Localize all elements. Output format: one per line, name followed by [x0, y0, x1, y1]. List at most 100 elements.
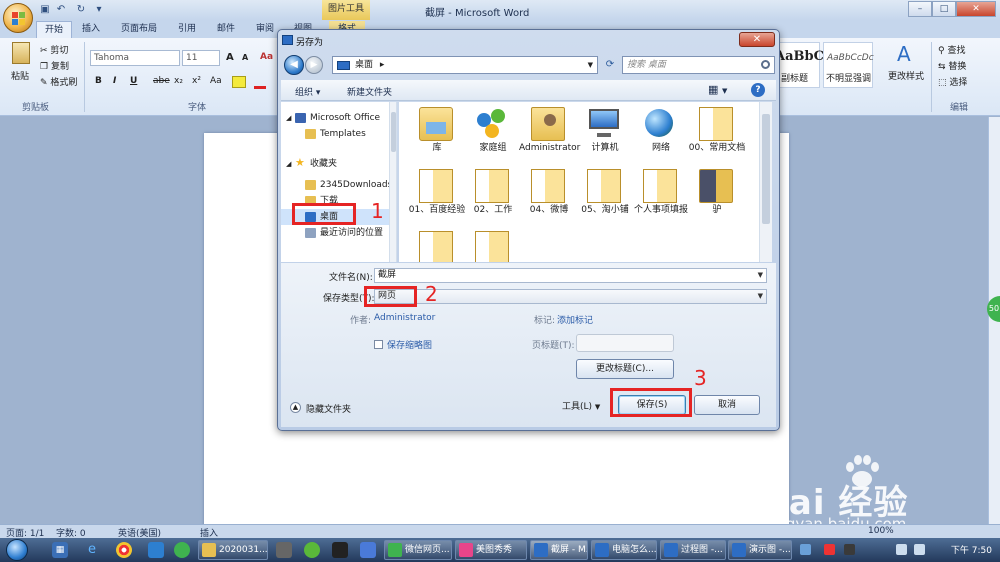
font-size-box[interactable]: 11 [182, 50, 220, 66]
view-options-icon[interactable]: ▦ [708, 83, 718, 96]
expand-arrow-icon[interactable]: ◢ [286, 156, 291, 172]
close-button[interactable]: ✕ [956, 1, 996, 17]
subscript-button[interactable]: x₂ [174, 76, 183, 86]
redo-icon[interactable]: ↻ [74, 3, 88, 17]
grow-font-button[interactable]: A [226, 52, 234, 63]
app-icon[interactable] [304, 542, 320, 558]
tray-network-icon[interactable] [896, 544, 907, 555]
file-item-folder[interactable] [463, 226, 523, 262]
format-painter-button[interactable]: ✎ 格式刷 [40, 75, 77, 88]
file-item-computer[interactable]: 计算机 [575, 102, 635, 166]
underline-button[interactable]: U [130, 76, 137, 86]
hide-folders-button[interactable]: 隐藏文件夹 [306, 402, 351, 415]
task-word-4[interactable]: 演示图 -... [728, 540, 792, 560]
dialog-close-button[interactable]: ✕ [739, 32, 775, 47]
task-word-3[interactable]: 过程图 -... [660, 540, 726, 560]
search-input[interactable]: 搜索 桌面 [622, 56, 775, 74]
nav-scroll-thumb[interactable] [391, 112, 396, 152]
nav-item-microsoft-office[interactable]: ◢ Microsoft Office [281, 110, 391, 126]
save-thumbnail-label[interactable]: 保存缩略图 [387, 338, 432, 351]
file-item-personal[interactable]: 个人事项填报 [631, 164, 691, 228]
file-item-01-baidu[interactable]: 01、百度经验 [407, 164, 467, 228]
file-item-02-work[interactable]: 02、工作 [463, 164, 523, 228]
maximize-button[interactable]: □ [932, 1, 956, 17]
author-value[interactable]: Administrator [374, 313, 435, 323]
file-item-00-docs[interactable]: 00、常用文档 [687, 102, 747, 166]
task-wechat-web[interactable]: 微信网页... [384, 540, 452, 560]
filename-input[interactable]: 截屏 ▼ [374, 268, 767, 283]
bird-icon[interactable] [360, 542, 376, 558]
show-desktop-icon[interactable]: ▦ [52, 542, 68, 558]
tray-icon[interactable] [800, 544, 811, 555]
file-scroll-thumb[interactable] [762, 114, 770, 224]
refresh-button[interactable]: ⟳ [601, 56, 619, 74]
change-styles-icon[interactable]: A [897, 42, 911, 66]
quick-access-dropdown-icon[interactable]: ▾ [92, 3, 106, 17]
change-styles-button[interactable]: 更改样式 [888, 69, 924, 82]
highlight-icon[interactable] [232, 76, 246, 88]
save-icon[interactable]: ▣ [38, 3, 52, 17]
new-folder-button[interactable]: 新建文件夹 [347, 85, 392, 98]
style-subtle-emphasis[interactable]: AaBbCcDc 不明显强调 [823, 42, 874, 88]
start-button[interactable] [6, 539, 28, 561]
nav-item-recent-places[interactable]: 最近访问的位置 [281, 225, 391, 241]
nav-item-templates[interactable]: Templates [281, 126, 391, 142]
file-item-library[interactable]: 库 [407, 102, 467, 166]
italic-button[interactable]: I [113, 76, 116, 86]
file-item-05-shop[interactable]: 05、淘小铺 [575, 164, 635, 228]
tray-sogou-icon[interactable] [824, 544, 835, 555]
task-word-2[interactable]: 电脑怎么... [591, 540, 657, 560]
chrome-icon[interactable] [116, 542, 132, 558]
hide-folders-toggle-icon[interactable]: ▲ [290, 402, 301, 413]
save-thumbnail-checkbox[interactable] [374, 340, 383, 349]
tab-page-layout[interactable]: 页面布局 [116, 21, 162, 38]
file-item-administrator[interactable]: Administrator [519, 102, 580, 166]
address-bar[interactable]: 桌面 ▸ ▼ [332, 56, 598, 74]
office-button[interactable] [3, 3, 33, 33]
change-title-button[interactable]: 更改标题(C)... [576, 359, 674, 379]
superscript-button[interactable]: x² [192, 76, 201, 86]
back-button[interactable]: ◀ [284, 55, 304, 75]
help-icon[interactable]: ? [751, 83, 765, 97]
tab-insert[interactable]: 插入 [76, 21, 106, 38]
expand-arrow-icon[interactable]: ◢ [286, 110, 291, 126]
tab-references[interactable]: 引用 [172, 21, 202, 38]
status-zoom[interactable]: 100% [868, 526, 894, 536]
select-button[interactable]: ⬚ 选择 [938, 75, 967, 88]
view-dropdown-icon[interactable]: ▼ [722, 87, 727, 95]
forward-button[interactable]: ▶ [305, 56, 323, 74]
clear-format-button[interactable]: Aa [260, 52, 273, 62]
find-button[interactable]: ⚲ 查找 [938, 43, 965, 56]
font-name-box[interactable]: Tahoma [90, 50, 180, 66]
file-item-homegroup[interactable]: 家庭组 [463, 102, 523, 166]
organize-button[interactable]: 组织 ▾ [295, 85, 320, 98]
cut-button[interactable]: ✂ 剪切 [40, 43, 68, 56]
file-item-network[interactable]: 网络 [631, 102, 691, 166]
nav-item-favorites[interactable]: ◢ ★ 收藏夹 [281, 156, 391, 172]
task-word-current[interactable]: 截屏 - M... [530, 540, 588, 560]
address-dropdown-icon[interactable]: ▼ [588, 57, 593, 73]
filename-dropdown-icon[interactable]: ▼ [758, 269, 763, 282]
file-item-04-weibo[interactable]: 04、微博 [519, 164, 579, 228]
save-type-dropdown-icon[interactable]: ▼ [758, 290, 763, 303]
tab-mailings[interactable]: 邮件 [211, 21, 241, 38]
ie-icon[interactable]: e [84, 542, 100, 558]
minimize-button[interactable]: – [908, 1, 932, 17]
tools-button[interactable]: 工具(L) ▼ [562, 399, 600, 412]
font-color-icon[interactable] [254, 75, 266, 89]
media-icon[interactable] [332, 542, 348, 558]
change-case-button[interactable]: Aa [210, 76, 222, 86]
taskbar-clock[interactable]: 下午 7:50 [951, 543, 992, 556]
nav-scrollbar[interactable] [389, 102, 396, 262]
file-scrollbar[interactable] [759, 102, 772, 262]
undo-icon[interactable]: ↶ [54, 3, 68, 17]
tab-review[interactable]: 审阅 [250, 21, 280, 38]
file-item-donkey[interactable]: 驴 [687, 164, 747, 228]
cancel-button[interactable]: 取消 [694, 395, 760, 415]
tray-icon[interactable] [844, 544, 855, 555]
file-item-folder[interactable] [407, 226, 467, 262]
breadcrumb-arrow-icon[interactable]: ▸ [380, 60, 385, 70]
calculator-icon[interactable] [276, 542, 292, 558]
bold-button[interactable]: B [95, 76, 102, 86]
replace-button[interactable]: ⇆ 替换 [938, 59, 966, 72]
